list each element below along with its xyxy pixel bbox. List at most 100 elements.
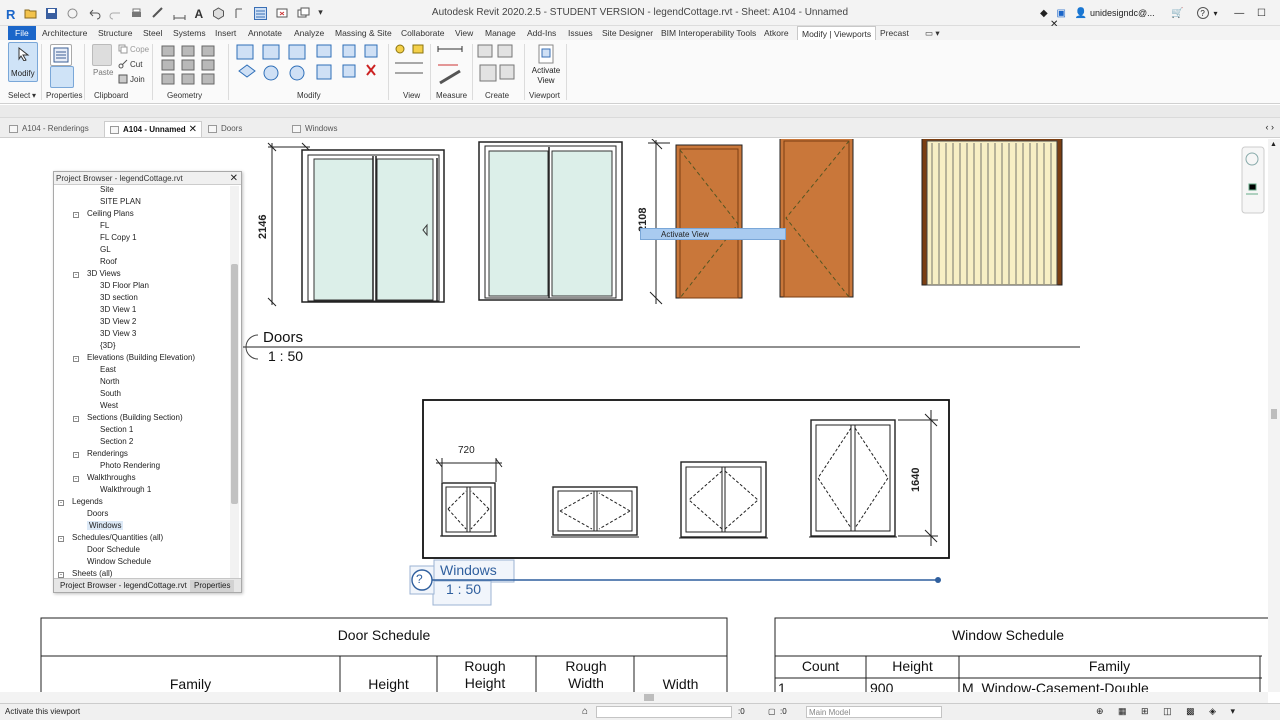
properties-button[interactable] — [50, 44, 72, 66]
design-options-icon[interactable]: ▢ — [768, 707, 776, 716]
tab-systems[interactable]: Systems — [173, 26, 206, 40]
project-browser-scroll-thumb[interactable] — [231, 264, 238, 504]
tab-manage[interactable]: Manage — [485, 26, 516, 40]
tab-atkore[interactable]: Atkore — [764, 26, 789, 40]
help-icon[interactable]: ? — [1196, 7, 1209, 19]
modify-button[interactable]: Modify — [8, 42, 38, 82]
browser-item[interactable]: GL — [100, 245, 111, 254]
autodesk-app-icon[interactable]: ▣ — [1056, 8, 1065, 19]
filter-count[interactable]: :0 — [780, 707, 787, 716]
cut-icon[interactable] — [118, 59, 128, 69]
doc-tab-unnamed[interactable]: A104 - Unnamed ✕ — [104, 121, 202, 137]
window-width-dimension[interactable]: 720 — [458, 445, 475, 456]
browser-item[interactable]: North — [100, 377, 120, 386]
create-tools-icon[interactable] — [476, 43, 520, 87]
tab-file[interactable]: File — [8, 26, 36, 40]
type-properties-icon[interactable] — [50, 66, 74, 88]
doc-tab-doors[interactable]: Doors — [203, 121, 283, 137]
main-model-dropdown[interactable]: Main Model — [806, 706, 942, 718]
tab-analyze[interactable]: Analyze — [294, 26, 324, 40]
window-height-dimension[interactable]: 1640 — [910, 462, 922, 492]
tree-toggle-icon[interactable]: - — [73, 356, 79, 362]
doc-tab-renderings[interactable]: A104 - Renderings — [4, 121, 110, 137]
door-height-dimension[interactable]: 2146 — [257, 209, 269, 239]
browser-item[interactable]: Roof — [100, 257, 117, 266]
tab-view[interactable]: View — [455, 26, 473, 40]
tab-structure[interactable]: Structure — [98, 26, 133, 40]
browser-item[interactable]: Section 2 — [100, 437, 133, 446]
tab-modify-viewports[interactable]: Modify | Viewports — [797, 26, 877, 40]
browser-item[interactable]: {3D} — [100, 341, 116, 350]
tab-site-designer[interactable]: Site Designer — [602, 26, 653, 40]
browser-item[interactable]: Doors — [87, 509, 108, 518]
doors-view-title[interactable]: Doors — [263, 329, 303, 346]
help-chevron-icon[interactable]: ▾ — [1213, 9, 1217, 18]
browser-item[interactable]: Sheets (all) — [72, 569, 112, 578]
tab-architecture[interactable]: Architecture — [42, 26, 87, 40]
browser-item[interactable]: 3D Views — [87, 269, 121, 278]
browser-item[interactable]: South — [100, 389, 121, 398]
user-icon[interactable]: 👤 — [1075, 8, 1087, 19]
browser-item[interactable]: Walkthroughs — [87, 473, 136, 482]
workset-dropdown[interactable] — [596, 706, 732, 718]
join-icon[interactable] — [118, 74, 128, 84]
door-curtain[interactable] — [921, 139, 1063, 286]
browser-item[interactable]: Windows — [87, 521, 124, 530]
browser-item[interactable]: Photo Rendering — [100, 461, 160, 470]
tab-properties[interactable]: Properties — [190, 580, 235, 592]
tab-project-browser[interactable]: Project Browser - legendCottage.rvt — [60, 581, 187, 590]
ribbon-minimize-chevron-icon[interactable]: ▭ ▾ — [925, 26, 940, 40]
door-wood-1[interactable] — [648, 139, 743, 305]
modify-tools-icon[interactable] — [235, 43, 385, 87]
group-select[interactable]: Select — [8, 91, 30, 100]
browser-item[interactable]: 3D View 3 — [100, 329, 136, 338]
tab-precast[interactable]: Precast — [880, 26, 909, 40]
tab-steel[interactable]: Steel — [143, 26, 162, 40]
browser-item[interactable]: 3D section — [100, 293, 138, 302]
door-wood-2[interactable] — [779, 139, 854, 298]
measure-tools-icon[interactable] — [436, 43, 470, 87]
doc-tab-windows[interactable]: Windows — [287, 121, 367, 137]
navigation-bar[interactable] — [1241, 146, 1265, 214]
tree-toggle-icon[interactable]: - — [73, 416, 79, 422]
browser-item[interactable]: Sections (Building Section) — [87, 413, 183, 422]
close-tab-icon[interactable]: ✕ — [189, 122, 197, 138]
project-browser-header[interactable]: Project Browser - legendCottage.rvt ✕ — [54, 172, 241, 185]
browser-item[interactable]: 3D Floor Plan — [100, 281, 149, 290]
browser-item[interactable]: FL Copy 1 — [100, 233, 137, 242]
browser-item[interactable]: Elevations (Building Elevation) — [87, 353, 195, 362]
tab-insert[interactable]: Insert — [215, 26, 236, 40]
tree-toggle-icon[interactable]: - — [73, 452, 79, 458]
door-sliding-2[interactable] — [478, 141, 623, 301]
project-browser[interactable]: Project Browser - legendCottage.rvt ✕ Si… — [53, 171, 242, 593]
browser-item[interactable]: Schedules/Quantities (all) — [72, 533, 163, 542]
join-label[interactable]: Join — [130, 75, 145, 84]
horizontal-scrollbar[interactable] — [0, 692, 1268, 703]
browser-item[interactable]: East — [100, 365, 116, 374]
browser-item[interactable]: West — [100, 401, 118, 410]
browser-item[interactable]: 3D View 1 — [100, 305, 136, 314]
browser-item[interactable]: Legends — [72, 497, 103, 506]
paste-button[interactable] — [92, 44, 112, 66]
tab-collaborate[interactable]: Collaborate — [401, 26, 444, 40]
view-title-help-icon[interactable]: ? — [416, 572, 423, 586]
cart-icon[interactable]: 🛒 — [1171, 8, 1183, 19]
activate-view-button[interactable]: Activate View — [530, 42, 562, 86]
browser-item[interactable]: 3D View 2 — [100, 317, 136, 326]
tab-annotate[interactable]: Annotate — [248, 26, 282, 40]
close-icon[interactable]: ✕ — [230, 172, 238, 185]
browser-item[interactable]: Site — [100, 185, 114, 194]
browser-item[interactable]: Ceiling Plans — [87, 209, 134, 218]
cope-label[interactable]: Cope — [130, 45, 149, 54]
browser-item[interactable]: Section 1 — [100, 425, 133, 434]
tab-add-ins[interactable]: Add-Ins — [527, 26, 556, 40]
select-chevron-icon[interactable]: ▾ — [32, 91, 36, 100]
browser-item[interactable]: Window Schedule — [87, 557, 151, 566]
user-account[interactable]: unidesigndc@... — [1090, 8, 1155, 18]
status-tools-icons[interactable]: ⊕ ▦ ⊞ ◫ ▩ ◈ ▾ — [1096, 706, 1241, 717]
browser-item[interactable]: Walkthrough 1 — [100, 485, 151, 494]
door-sliding-1[interactable] — [267, 142, 445, 307]
browser-item[interactable]: FL — [100, 221, 109, 230]
tab-massing-site[interactable]: Massing & Site — [335, 26, 392, 40]
tab-bim-interoperability-tools[interactable]: BIM Interoperability Tools — [661, 26, 756, 40]
